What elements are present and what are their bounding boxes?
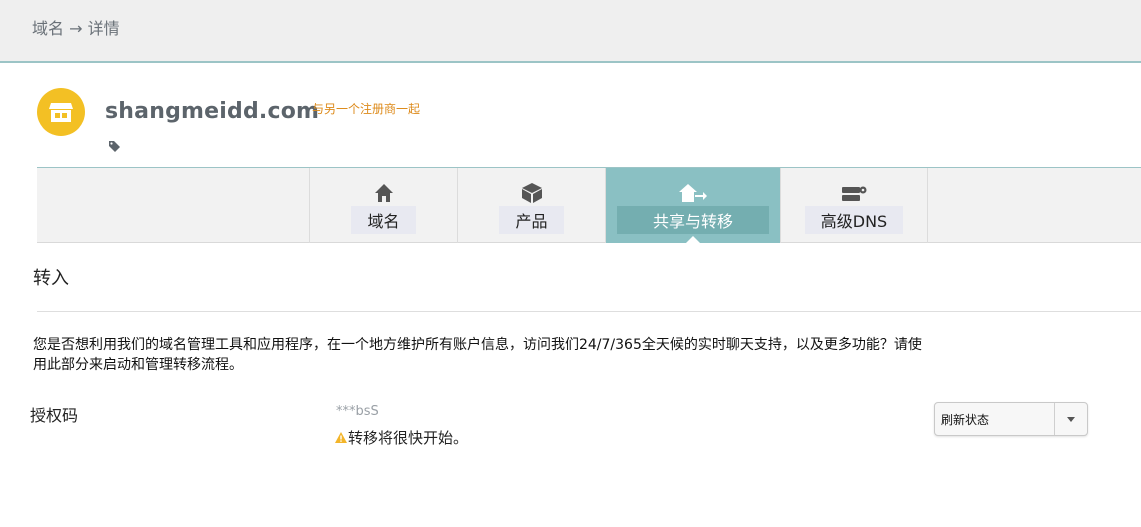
store-icon	[37, 88, 85, 136]
domain-name: shangmeidd.com	[105, 99, 320, 124]
tab-bar: 域名 产品 共享与转移 高级DNS	[37, 167, 1141, 244]
home-icon	[374, 182, 394, 204]
tab-label: 域名	[351, 206, 416, 234]
tab-share-transfer[interactable]: 共享与转移	[605, 168, 780, 244]
breadcrumb: 域名 → 详情	[32, 19, 120, 38]
registrar-note: 与另一个注册商一起	[312, 102, 421, 116]
section-description: 您是否想利用我们的域名管理工具和应用程序，在一个地方维护所有账户信息，访问我们2…	[33, 337, 922, 373]
divider	[37, 311, 1141, 312]
auth-code-label: 授权码	[30, 406, 79, 425]
action-select-value: 刷新状态	[941, 412, 990, 427]
box-icon	[521, 182, 543, 204]
tab-label: 高级DNS	[804, 206, 904, 234]
warning-icon	[335, 429, 347, 447]
section-title: 转入	[33, 268, 69, 289]
tab-label: 共享与转移	[616, 206, 769, 234]
tab-domain[interactable]: 域名	[309, 168, 457, 243]
server-icon	[841, 182, 867, 204]
chevron-down-icon[interactable]	[1055, 403, 1087, 435]
share-transfer-icon	[679, 182, 707, 204]
transfer-status-text: 转移将很快开始。	[348, 429, 469, 447]
action-select[interactable]: 刷新状态	[934, 402, 1088, 436]
tab-products[interactable]: 产品	[457, 168, 605, 243]
tab-label: 产品	[499, 206, 564, 234]
transfer-status: 转移将很快开始。	[335, 427, 468, 448]
tag-icon[interactable]	[108, 138, 121, 157]
auth-code-value: ***bsS	[336, 404, 379, 419]
top-bar: 域名 → 详情	[0, 0, 1141, 63]
tab-advanced-dns[interactable]: 高级DNS	[780, 168, 928, 243]
